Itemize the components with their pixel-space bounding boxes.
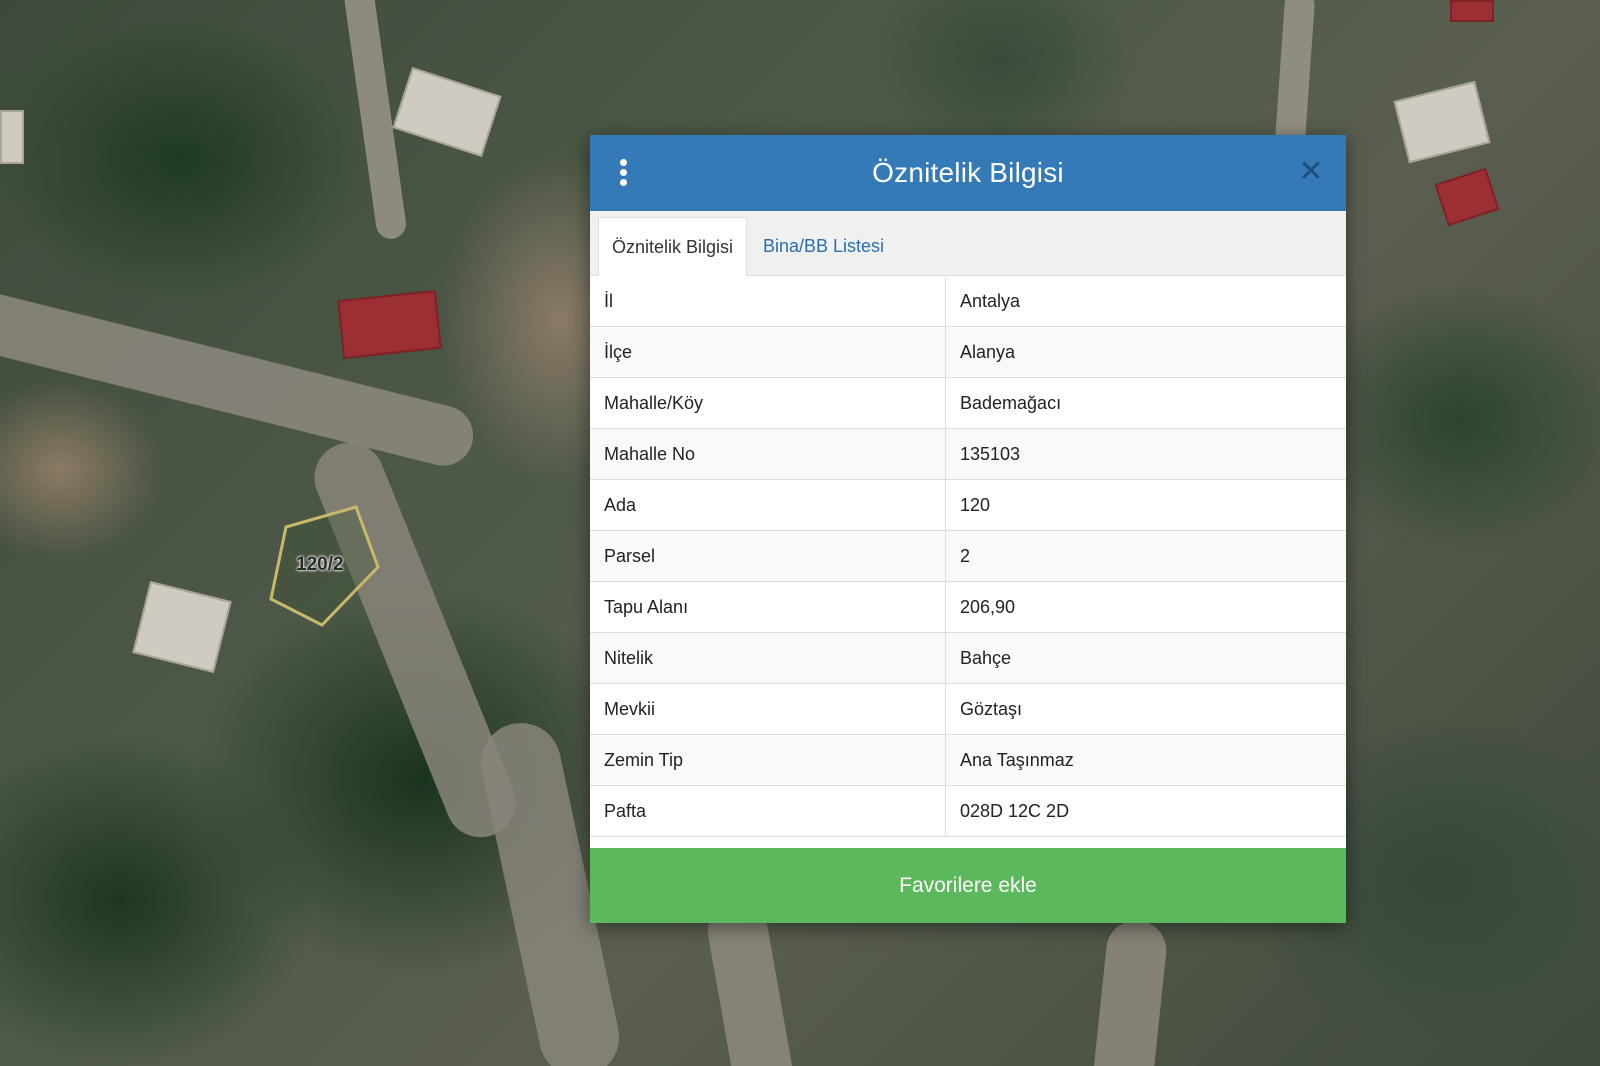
map-building-red-roof bbox=[337, 289, 442, 360]
row-value: Ana Taşınmaz bbox=[945, 734, 1346, 786]
add-to-favorites-button[interactable]: Favorilere ekle bbox=[590, 848, 1346, 923]
map-building bbox=[1393, 80, 1491, 164]
attribute-info-dialog: Öznitelik Bilgisi ✕ Öznitelik Bilgisi Bi… bbox=[590, 135, 1346, 923]
row-value: Bahçe bbox=[945, 632, 1346, 684]
row-key: Pafta bbox=[590, 785, 946, 837]
vertical-ellipsis-icon[interactable] bbox=[616, 159, 630, 187]
close-icon[interactable]: ✕ bbox=[1294, 155, 1328, 189]
table-row: Tapu Alanı 206,90 bbox=[590, 581, 1346, 633]
map-building-red-roof bbox=[1434, 167, 1500, 227]
row-value: Antalya bbox=[945, 276, 1346, 327]
row-key: Nitelik bbox=[590, 632, 946, 684]
map-building bbox=[132, 580, 232, 674]
row-key: Mahalle No bbox=[590, 428, 946, 480]
table-row: Mahalle/Köy Bademağacı bbox=[590, 377, 1346, 429]
row-key: İlçe bbox=[590, 326, 946, 378]
row-key: Mevkii bbox=[590, 683, 946, 735]
row-key: Tapu Alanı bbox=[590, 581, 946, 633]
tab-bar: Öznitelik Bilgisi Bina/BB Listesi bbox=[590, 211, 1346, 276]
attribute-table: İl Antalya İlçe Alanya Mahalle/Köy Bademağa… bbox=[590, 276, 1346, 837]
table-row: İl Antalya bbox=[590, 276, 1346, 327]
map-building bbox=[0, 110, 24, 164]
table-row: Parsel 2 bbox=[590, 530, 1346, 582]
map-road bbox=[1274, 0, 1316, 151]
row-value: Alanya bbox=[945, 326, 1346, 378]
row-key: İl bbox=[590, 276, 946, 327]
row-value: 120 bbox=[945, 479, 1346, 531]
row-value: 2 bbox=[945, 530, 1346, 582]
table-row: Ada 120 bbox=[590, 479, 1346, 531]
table-row: Nitelik Bahçe bbox=[590, 632, 1346, 684]
parcel-label: 120/2 bbox=[296, 554, 344, 575]
row-value: 028D 12C 2D bbox=[945, 785, 1346, 837]
row-value: Bademağacı bbox=[945, 377, 1346, 429]
map-building bbox=[392, 67, 502, 157]
row-value: 135103 bbox=[945, 428, 1346, 480]
map-building-red-roof bbox=[1450, 0, 1494, 22]
table-row: Mahalle No 135103 bbox=[590, 428, 1346, 480]
dialog-header: Öznitelik Bilgisi ✕ bbox=[590, 135, 1346, 211]
row-key: Ada bbox=[590, 479, 946, 531]
table-row: İlçe Alanya bbox=[590, 326, 1346, 378]
tab-building-list[interactable]: Bina/BB Listesi bbox=[750, 217, 897, 275]
table-row: Pafta 028D 12C 2D bbox=[590, 785, 1346, 837]
row-key: Zemin Tip bbox=[590, 734, 946, 786]
tab-attribute-info[interactable]: Öznitelik Bilgisi bbox=[598, 217, 748, 276]
dialog-title: Öznitelik Bilgisi bbox=[872, 157, 1064, 188]
table-row: Zemin Tip Ana Taşınmaz bbox=[590, 734, 1346, 786]
map-road bbox=[1090, 917, 1170, 1066]
row-key: Parsel bbox=[590, 530, 946, 582]
table-row: Mevkii Göztaşı bbox=[590, 683, 1346, 735]
row-value: Göztaşı bbox=[945, 683, 1346, 735]
row-value: 206,90 bbox=[945, 581, 1346, 633]
row-key: Mahalle/Köy bbox=[590, 377, 946, 429]
